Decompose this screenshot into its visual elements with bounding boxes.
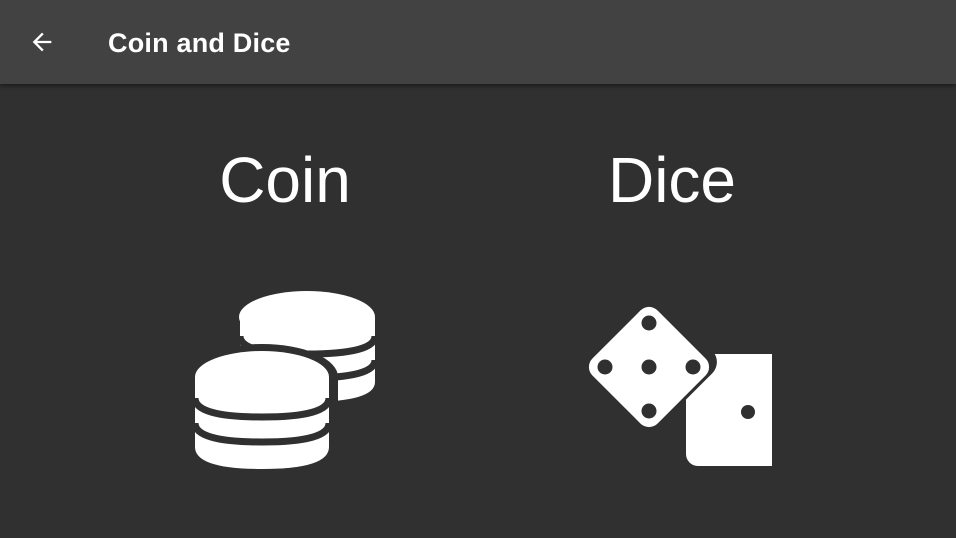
coin-label: Coin — [219, 144, 351, 216]
coin-option[interactable]: Coin — [165, 84, 405, 538]
back-button[interactable] — [14, 14, 70, 70]
page-title: Coin and Dice — [108, 28, 291, 58]
main-content: Coin Dice — [0, 84, 956, 538]
dice-option[interactable]: Dice — [552, 84, 792, 538]
coins-icon — [185, 284, 385, 474]
dice-label: Dice — [607, 144, 737, 216]
app-bar: Coin and Dice — [0, 0, 956, 84]
dice-icon — [572, 284, 772, 474]
arrow-left-icon — [32, 32, 52, 52]
